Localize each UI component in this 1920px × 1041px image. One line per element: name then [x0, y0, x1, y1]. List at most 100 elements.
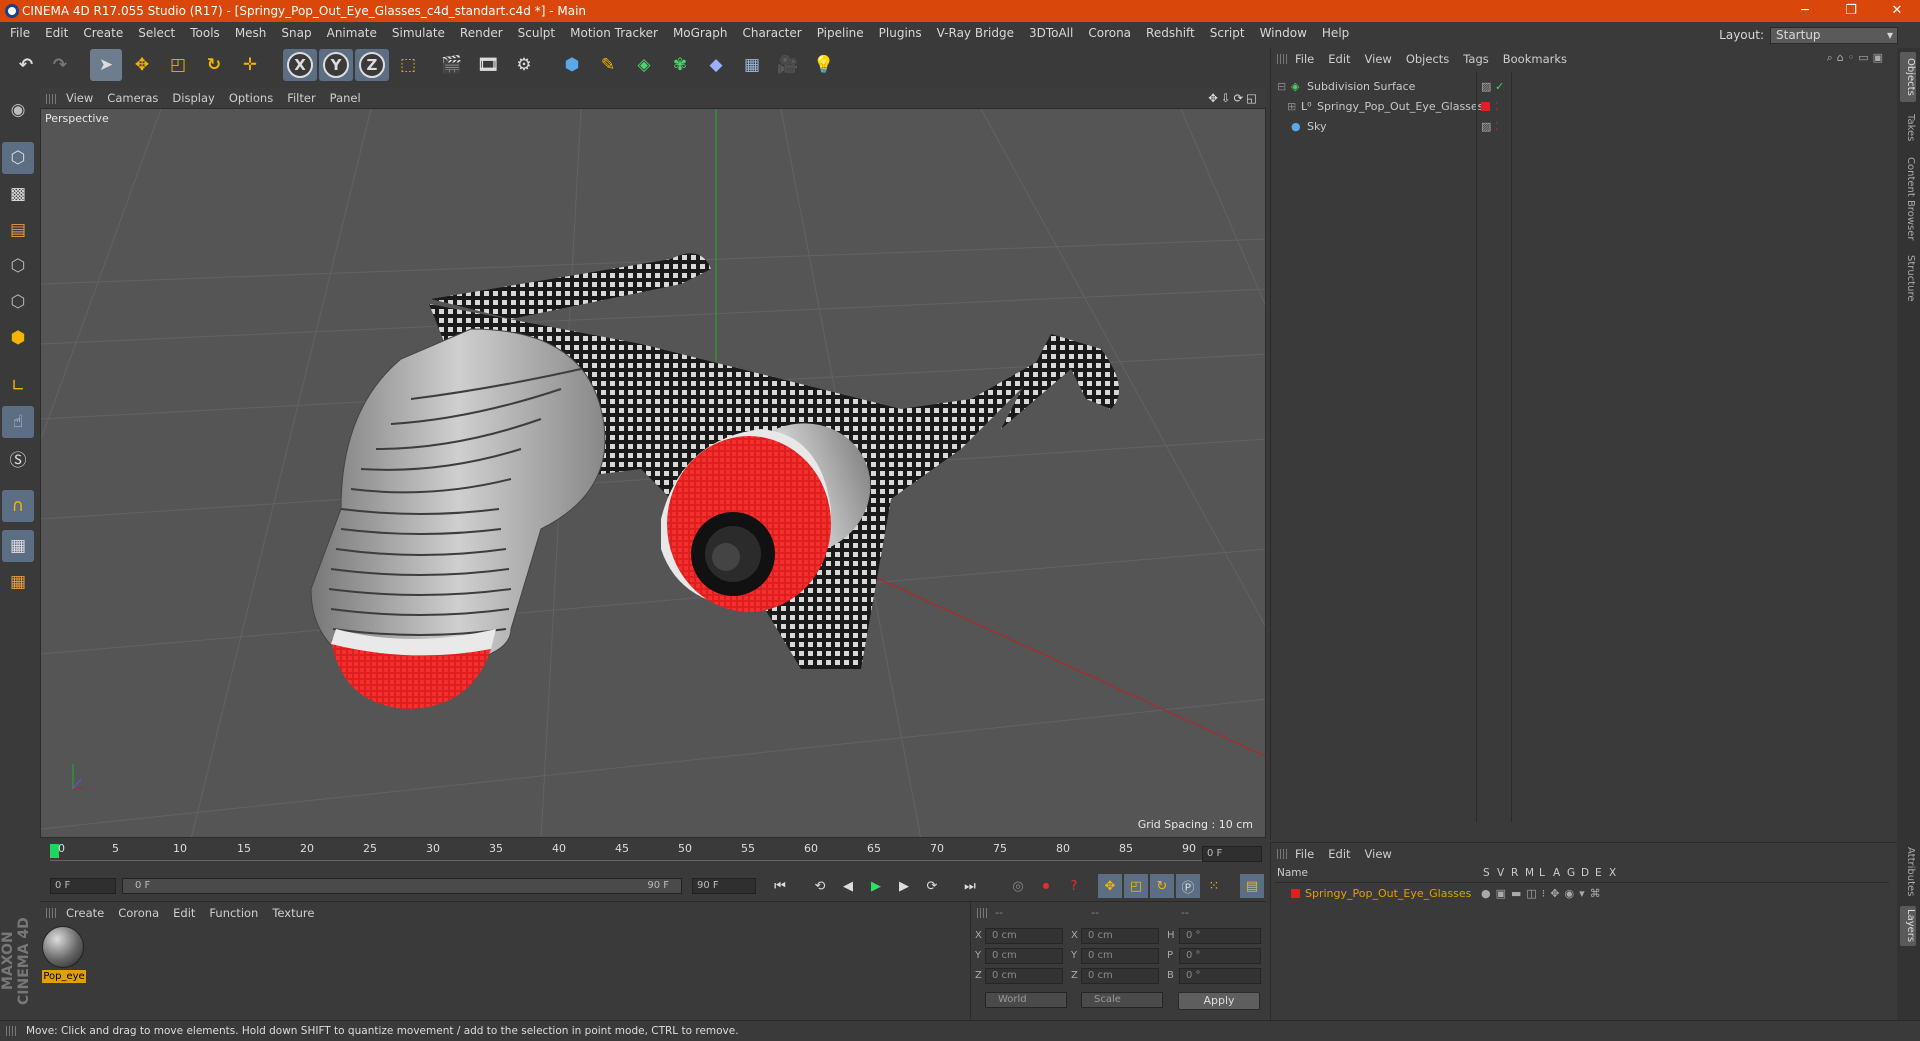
- key-scale-icon[interactable]: ◰: [1124, 874, 1148, 898]
- polygons-mode-icon[interactable]: ⬢: [2, 322, 34, 354]
- key-pla-icon[interactable]: ⁙: [1202, 874, 1226, 898]
- layer-color-swatch[interactable]: [1291, 889, 1300, 898]
- visibility-dots-icon[interactable]: ⁚: [1495, 118, 1499, 136]
- material-menu-texture[interactable]: Texture: [272, 906, 314, 920]
- tab-content-browser[interactable]: Content Browser: [1900, 154, 1916, 244]
- z-axis-lock-button[interactable]: Z: [355, 49, 389, 81]
- menu-redshift[interactable]: Redshift: [1146, 22, 1195, 44]
- texture-mode-icon[interactable]: ▩: [2, 178, 34, 210]
- previous-frame-icon[interactable]: ◀: [836, 874, 860, 898]
- tab-attributes[interactable]: Attributes: [1900, 844, 1916, 900]
- end-frame-field[interactable]: 90 F: [692, 878, 756, 894]
- menu-plugins[interactable]: Plugins: [879, 22, 922, 44]
- menu-tools[interactable]: Tools: [190, 22, 220, 44]
- panel-grip-icon[interactable]: [1277, 54, 1287, 64]
- menu-animate[interactable]: Animate: [327, 22, 377, 44]
- objects-menu-view[interactable]: View: [1365, 52, 1392, 66]
- floor-icon[interactable]: ▦: [736, 49, 768, 81]
- menu-create[interactable]: Create: [83, 22, 123, 44]
- objects-menu-objects[interactable]: Objects: [1406, 52, 1449, 66]
- minimize-button[interactable]: ─: [1782, 0, 1828, 22]
- visibility-dots-icon[interactable]: ⁚: [1495, 98, 1499, 116]
- size-z-field[interactable]: 0 cm: [1081, 968, 1159, 984]
- viewport-menu-view[interactable]: View: [66, 88, 93, 108]
- coordinate-mode-dropdown[interactable]: World: [985, 992, 1067, 1008]
- layer-row[interactable]: Springy_Pop_Out_Eye_Glasses ●▣▬◫⁝✥◉▾⌘: [1275, 885, 1889, 903]
- pos-x-field[interactable]: 0 cm: [985, 928, 1063, 944]
- tab-objects[interactable]: Objects: [1900, 52, 1916, 102]
- menu-window[interactable]: Window: [1260, 22, 1307, 44]
- close-button[interactable]: ✕: [1874, 0, 1920, 22]
- menu-mograph[interactable]: MoGraph: [673, 22, 728, 44]
- render-picture-viewer-icon[interactable]: 🎞: [472, 49, 504, 81]
- transform-tool-icon[interactable]: ✛: [234, 49, 266, 81]
- visibility-dots-icon[interactable]: ▨: [1481, 78, 1491, 96]
- material-menu-edit[interactable]: Edit: [173, 906, 195, 920]
- tab-layers[interactable]: Layers: [1900, 906, 1916, 946]
- key-rotation-icon[interactable]: ↻: [1150, 874, 1174, 898]
- move-tool-icon[interactable]: ✥: [126, 49, 158, 81]
- record-keys-icon[interactable]: ◎: [1006, 874, 1030, 898]
- layer-toggle-icons[interactable]: ●▣▬◫⁝✥◉▾⌘: [1481, 885, 1606, 903]
- preview-range-slider[interactable]: 0 F 90 F: [122, 878, 682, 894]
- menu-script[interactable]: Script: [1210, 22, 1245, 44]
- tweak-mode-icon[interactable]: ☝: [2, 406, 34, 438]
- render-settings-icon[interactable]: ⚙: [508, 49, 540, 81]
- objects-menu-bookmarks[interactable]: Bookmarks: [1503, 52, 1567, 66]
- viewport-navigation-icons[interactable]: ✥⇩⟳◱: [1208, 88, 1260, 108]
- menu-edit[interactable]: Edit: [45, 22, 68, 44]
- size-x-field[interactable]: 0 cm: [1081, 928, 1159, 944]
- pos-z-field[interactable]: 0 cm: [985, 968, 1063, 984]
- objects-menu-file[interactable]: File: [1295, 52, 1314, 66]
- workplane-icon[interactable]: ▤: [2, 214, 34, 246]
- coordinate-system-icon[interactable]: ⬚: [392, 49, 424, 81]
- keyframe-selection-icon[interactable]: ?: [1062, 874, 1086, 898]
- next-key-icon[interactable]: ⟳: [920, 874, 944, 898]
- spline-pen-icon[interactable]: ✎: [592, 49, 624, 81]
- menu-help[interactable]: Help: [1322, 22, 1349, 44]
- key-parameter-icon[interactable]: Ⓟ: [1176, 874, 1200, 898]
- layout-dropdown[interactable]: Startup: [1770, 26, 1898, 44]
- model-mode-icon[interactable]: ⬡: [2, 142, 34, 174]
- expand-icon[interactable]: ⊞: [1287, 98, 1296, 116]
- previous-key-icon[interactable]: ⟲: [808, 874, 832, 898]
- key-position-icon[interactable]: ✥: [1098, 874, 1122, 898]
- material-menu-function[interactable]: Function: [209, 906, 258, 920]
- layer-color-tag[interactable]: [1481, 102, 1490, 111]
- camera-icon[interactable]: 🎥: [772, 49, 804, 81]
- menu-pipeline[interactable]: Pipeline: [817, 22, 864, 44]
- x-axis-lock-button[interactable]: X: [283, 49, 317, 81]
- objects-header-icons[interactable]: ⌕⌂◦▭▣: [1827, 51, 1887, 65]
- enabled-check-icon[interactable]: ✓: [1495, 78, 1504, 96]
- edges-mode-icon[interactable]: ⬡: [2, 286, 34, 318]
- magnet-icon[interactable]: ∩: [2, 490, 34, 522]
- size-mode-dropdown[interactable]: Scale: [1081, 992, 1163, 1008]
- material-menu-create[interactable]: Create: [66, 906, 104, 920]
- make-editable-icon[interactable]: ◉: [2, 94, 34, 126]
- layers-menu-file[interactable]: File: [1295, 847, 1314, 861]
- render-view-icon[interactable]: 🎬: [436, 49, 468, 81]
- tab-structure[interactable]: Structure: [1900, 248, 1916, 308]
- menu-3dtoall[interactable]: 3DToAll: [1029, 22, 1073, 44]
- planar-workplane-icon[interactable]: ▦: [2, 566, 34, 598]
- layers-menu-edit[interactable]: Edit: [1328, 847, 1350, 861]
- menu-vray-bridge[interactable]: V-Ray Bridge: [937, 22, 1014, 44]
- apply-button[interactable]: Apply: [1178, 992, 1260, 1010]
- select-tool-icon[interactable]: ➤: [90, 49, 122, 81]
- menu-file[interactable]: File: [10, 22, 30, 44]
- points-mode-icon[interactable]: ⬡: [2, 250, 34, 282]
- viewport-menu-options[interactable]: Options: [229, 88, 273, 108]
- menu-render[interactable]: Render: [460, 22, 503, 44]
- autokey-icon[interactable]: ⏺: [1034, 874, 1058, 898]
- go-to-end-icon[interactable]: ⏭: [958, 874, 982, 898]
- object-row[interactable]: ⊞ L⁰ Springy_Pop_Out_Eye_Glasses ⁚: [1275, 98, 1889, 116]
- menu-select[interactable]: Select: [138, 22, 175, 44]
- viewport-menu-cameras[interactable]: Cameras: [107, 88, 158, 108]
- cube-primitive-icon[interactable]: ⬢: [556, 49, 588, 81]
- light-icon[interactable]: 💡: [808, 49, 840, 81]
- panel-grip-icon[interactable]: [46, 908, 56, 918]
- panel-grip-icon[interactable]: [1277, 849, 1287, 859]
- undo-icon[interactable]: ↶: [10, 49, 42, 81]
- menu-corona[interactable]: Corona: [1088, 22, 1131, 44]
- next-frame-icon[interactable]: ▶: [892, 874, 916, 898]
